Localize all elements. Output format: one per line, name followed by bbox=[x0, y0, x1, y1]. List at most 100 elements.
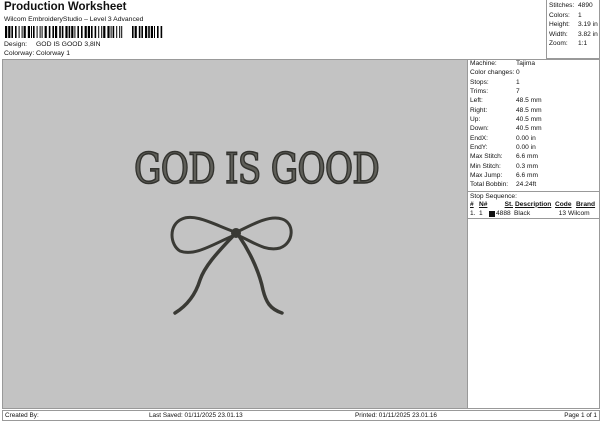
stat-row: Width: 3.82 in bbox=[549, 31, 599, 41]
stat-key: Colors: bbox=[549, 11, 570, 19]
page-title: Production Worksheet bbox=[4, 1, 127, 13]
barcode-bar bbox=[27, 26, 30, 38]
stat-value: 1:1 bbox=[578, 40, 588, 48]
detail-value: 48.5 mm bbox=[516, 106, 542, 114]
detail-value: 7 bbox=[516, 88, 520, 96]
last-saved: Last Saved: 01/11/2025 23.01.13 bbox=[149, 412, 243, 419]
barcode-bar bbox=[61, 26, 64, 38]
col-description: Description bbox=[515, 200, 552, 208]
created-by: Created By: bbox=[5, 412, 39, 419]
barcode-bar bbox=[94, 26, 97, 38]
detail-value: 0.3 mm bbox=[516, 162, 538, 170]
stats-box: Stitches: 4890 Colors: 1 Height: 3.19 in Wi… bbox=[546, 0, 600, 59]
stop-description: Black bbox=[514, 210, 531, 218]
barcode-bar bbox=[65, 26, 68, 38]
detail-value: 6.6 mm bbox=[516, 172, 538, 180]
col-st: St. bbox=[504, 200, 513, 208]
barcode-bar bbox=[77, 26, 79, 38]
barcode-bar bbox=[121, 26, 123, 38]
detail-row: Left: 48.5 mm bbox=[468, 97, 599, 106]
bow-left-loop bbox=[170, 216, 237, 254]
stop-row: 1. 1 4888 Black 13 Wilcom bbox=[468, 210, 599, 219]
detail-key: Left: bbox=[470, 97, 483, 105]
detail-row: Min Stitch: 0.3 mm bbox=[468, 163, 599, 172]
barcode-bar bbox=[44, 26, 47, 38]
detail-row: EndY: 0.00 in bbox=[468, 144, 599, 153]
detail-row: Max Stitch: 6.6 mm bbox=[468, 153, 599, 162]
stop-brand: Wilcom bbox=[568, 210, 590, 218]
detail-value: Tajima bbox=[516, 60, 536, 67]
barcode-bar bbox=[101, 26, 103, 38]
detail-value: 48.5 mm bbox=[516, 97, 542, 105]
barcode-bar bbox=[18, 26, 20, 38]
barcode-bar bbox=[41, 26, 43, 38]
detail-key: Machine: bbox=[470, 60, 497, 67]
barcode-bar bbox=[84, 26, 87, 38]
barcode-bar bbox=[87, 26, 90, 38]
detail-key: Max Jump: bbox=[470, 172, 503, 180]
barcode-bar bbox=[33, 26, 35, 38]
barcode-bar bbox=[134, 26, 137, 38]
barcode-bar bbox=[98, 26, 100, 38]
barcode-bar bbox=[107, 26, 110, 38]
barcode-bar bbox=[31, 26, 32, 38]
detail-key: Min Stitch: bbox=[470, 162, 501, 170]
barcode-bar bbox=[157, 26, 159, 38]
barcode-bar bbox=[112, 26, 115, 38]
detail-row: Right: 48.5 mm bbox=[468, 107, 599, 116]
barcode-bar bbox=[138, 26, 141, 38]
detail-key: Right: bbox=[470, 106, 488, 114]
stat-row: Colors: 1 bbox=[549, 12, 599, 22]
barcode-bar bbox=[15, 26, 17, 38]
detail-row: Down: 40.5 mm bbox=[468, 125, 599, 134]
barcode bbox=[5, 26, 163, 38]
detail-value: 6.6 mm bbox=[516, 153, 538, 161]
colorway-name: Colorway 1 bbox=[36, 50, 70, 57]
stat-key: Stitches: bbox=[549, 2, 575, 9]
detail-key: EndX: bbox=[470, 134, 488, 142]
embroidery-text: GOD IS GOOD bbox=[133, 143, 380, 194]
detail-row: Up: 40.5 mm bbox=[468, 116, 599, 125]
barcode-bar bbox=[5, 26, 8, 38]
detail-key: Max Stitch: bbox=[470, 153, 503, 161]
detail-row: EndX: 0.00 in bbox=[468, 135, 599, 144]
page-number: Page 1 of 1 bbox=[564, 412, 597, 419]
design-label: Design: bbox=[4, 41, 28, 48]
detail-row: Stops: 1 bbox=[468, 79, 599, 88]
barcode-bar bbox=[71, 26, 74, 38]
barcode-bar bbox=[8, 26, 11, 38]
barcode-bar bbox=[116, 26, 118, 38]
detail-key: Total Bobbin: bbox=[470, 181, 509, 189]
stop-sequence-title: Stop Sequence: bbox=[468, 190, 599, 201]
detail-value: 0.00 in bbox=[516, 134, 536, 142]
detail-value: 0.00 in bbox=[516, 144, 536, 152]
stat-value: 4890 bbox=[578, 2, 593, 9]
col-code: Code bbox=[555, 200, 572, 208]
detail-row: Machine: Tajima bbox=[468, 60, 599, 69]
barcode-bar bbox=[103, 26, 106, 38]
barcode-bar bbox=[81, 26, 83, 38]
barcode-bar bbox=[55, 26, 58, 38]
barcode-bar bbox=[68, 26, 71, 38]
barcode-bar bbox=[23, 26, 26, 38]
detail-key: Trims: bbox=[470, 88, 489, 96]
color-swatch bbox=[489, 210, 495, 217]
detail-value: 24.24ft bbox=[516, 181, 537, 189]
stat-value: 3.19 in bbox=[578, 21, 598, 29]
detail-key: Stops: bbox=[470, 78, 489, 86]
col-num: # bbox=[470, 200, 474, 208]
detail-key: Color changes: bbox=[470, 69, 515, 77]
barcode-bar bbox=[59, 26, 61, 38]
stat-value: 3.82 in bbox=[578, 30, 598, 38]
stat-row: Height: 3.19 in bbox=[549, 21, 599, 31]
detail-value: 0 bbox=[516, 69, 520, 77]
barcode-bar bbox=[141, 26, 143, 38]
detail-row: Total Bobbin: 24.24ft bbox=[468, 181, 599, 190]
stop-num: 1. bbox=[470, 210, 476, 218]
barcode-bar bbox=[148, 26, 150, 38]
bow-design bbox=[170, 216, 293, 315]
stat-row: Stitches: 4890 bbox=[549, 2, 599, 12]
stat-key: Width: bbox=[549, 30, 568, 38]
barcode-bar bbox=[150, 26, 153, 38]
printed-date: Printed: 01/11/2025 23.01.16 bbox=[355, 412, 437, 419]
